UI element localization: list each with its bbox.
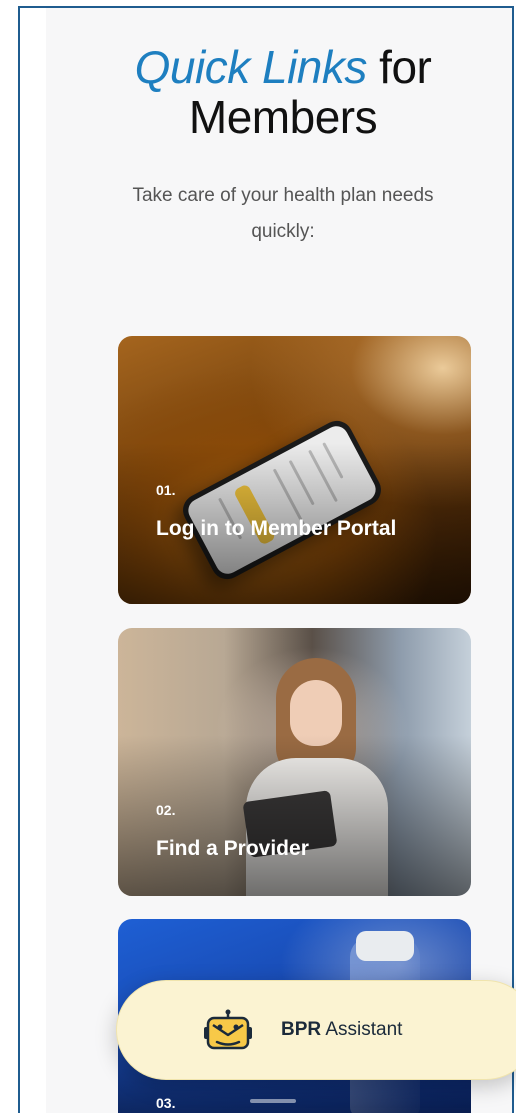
title-line2: Members	[188, 91, 378, 143]
assistant-label-text: Assistant	[321, 1019, 403, 1040]
card-title: Log in to Member Portal	[156, 517, 397, 540]
robot-chat-icon	[204, 1009, 252, 1050]
title-accent: Quick Links	[134, 41, 368, 93]
bottle-cap	[356, 931, 414, 961]
page-subtitle: Take care of your health plan needs quic…	[132, 185, 434, 242]
card-title: Find a Provider	[156, 837, 309, 860]
title-rest: for	[366, 41, 432, 93]
assistant-brand: BPR	[281, 1019, 322, 1040]
assistant-label: BPR Assistant	[281, 1019, 402, 1041]
card-number: 02.	[156, 802, 176, 818]
find-provider-card[interactable]: 02. Find a Provider	[118, 628, 471, 896]
card-number: 01.	[156, 482, 176, 498]
browser-frame: Quick Links for Members Take care of you…	[18, 6, 514, 1113]
card-number: 03.	[156, 1095, 176, 1111]
quick-links-section: Quick Links for Members Take care of you…	[46, 8, 512, 1113]
member-portal-card[interactable]: 01. Log in to Member Portal	[118, 336, 471, 604]
bpr-assistant-button[interactable]: BPR Assistant	[116, 980, 516, 1080]
page-title: Quick Links for Members	[46, 41, 512, 143]
scroll-indicator	[250, 1099, 296, 1103]
